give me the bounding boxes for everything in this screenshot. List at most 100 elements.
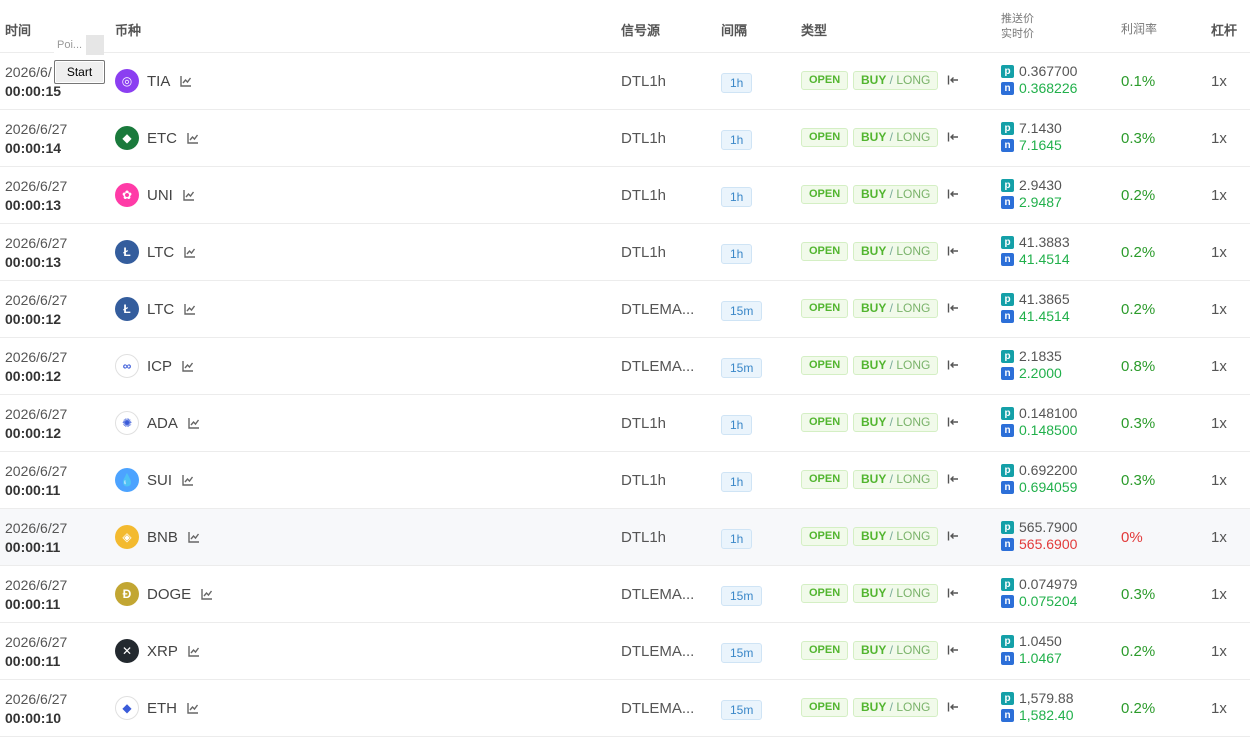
uni-icon: ✿ bbox=[115, 183, 139, 207]
price-cell: p 1.0450 n 1.0467 bbox=[1001, 633, 1062, 667]
date-text: 2026/6/27 bbox=[5, 292, 68, 308]
signal-source: DTLEMA... bbox=[621, 301, 695, 318]
coin-name: SUI bbox=[147, 471, 173, 489]
chart-icon[interactable] bbox=[188, 645, 200, 657]
exit-icon[interactable] bbox=[947, 587, 959, 599]
exit-icon[interactable] bbox=[947, 74, 959, 86]
date-text: 2026/6/27 bbox=[5, 577, 68, 593]
coin-name: ETC bbox=[147, 129, 177, 147]
exit-icon[interactable] bbox=[947, 701, 959, 713]
time-cell: 2026/6/27 00:00:13 bbox=[5, 177, 67, 215]
chart-icon[interactable] bbox=[182, 474, 194, 486]
date-text: 2026/6/27 bbox=[5, 634, 68, 650]
interval-badge: 1h bbox=[721, 73, 753, 93]
time-cell: 2026/6/27 00:00:11 bbox=[5, 519, 67, 557]
chart-icon[interactable] bbox=[187, 132, 199, 144]
time-cell: 2026/6/27 00:00:10 bbox=[5, 690, 67, 728]
time-text: 00:00:13 bbox=[5, 254, 62, 270]
signal-source: DTLEMA... bbox=[621, 358, 695, 375]
date-text: 2026/6/27 bbox=[5, 691, 68, 707]
push-price-tag: p bbox=[1001, 464, 1014, 477]
time-cell: 2026/6/ 00:00:15 bbox=[5, 63, 61, 101]
exit-icon[interactable] bbox=[947, 416, 959, 428]
coin-name: UNI bbox=[147, 186, 173, 204]
push-price-tag: p bbox=[1001, 350, 1014, 363]
chart-icon[interactable] bbox=[180, 75, 192, 87]
long-text: LONG bbox=[896, 415, 931, 429]
time-text: 00:00:13 bbox=[5, 197, 62, 213]
header-real-price: 实时价 bbox=[1001, 28, 1034, 40]
exit-icon[interactable] bbox=[947, 644, 959, 656]
exit-icon[interactable] bbox=[947, 245, 959, 257]
chart-icon[interactable] bbox=[188, 531, 200, 543]
exit-icon[interactable] bbox=[947, 131, 959, 143]
time-cell: 2026/6/27 00:00:12 bbox=[5, 291, 67, 329]
signal-source: DTL1h bbox=[621, 130, 667, 147]
table-row: 2026/6/27 00:00:13 Ł LTC DTL1h 1h OPEN B… bbox=[0, 224, 1250, 281]
overlay-input[interactable]: Poi... bbox=[54, 35, 104, 55]
signal-source: DTL1h bbox=[621, 73, 667, 90]
leverage: 1x bbox=[1211, 358, 1227, 375]
leverage: 1x bbox=[1211, 472, 1227, 489]
time-text: 00:00:11 bbox=[5, 539, 61, 555]
long-text: LONG bbox=[896, 586, 931, 600]
header-type: 类型 bbox=[801, 23, 828, 38]
open-badge: OPEN bbox=[801, 527, 849, 546]
real-price-tag: n bbox=[1001, 538, 1014, 551]
push-price-tag: p bbox=[1001, 179, 1014, 192]
long-text: LONG bbox=[896, 73, 931, 87]
buy-text: BUY bbox=[861, 415, 887, 429]
buy-long-badge: BUY / LONG bbox=[853, 71, 939, 90]
exit-icon[interactable] bbox=[947, 359, 959, 371]
buy-long-badge: BUY / LONG bbox=[853, 641, 939, 660]
exit-icon[interactable] bbox=[947, 530, 959, 542]
time-text: 00:00:14 bbox=[5, 140, 62, 156]
buy-text: BUY bbox=[861, 529, 887, 543]
price-cell: p 0.148100 n 0.148500 bbox=[1001, 405, 1077, 439]
open-badge: OPEN bbox=[801, 128, 849, 147]
chart-icon[interactable] bbox=[184, 303, 196, 315]
profit-rate: 0.3% bbox=[1121, 472, 1156, 489]
coin-cell: Ł LTC bbox=[115, 240, 196, 264]
leverage: 1x bbox=[1211, 187, 1227, 204]
table-row: 2026/6/27 00:00:11 ◈ BNB DTL1h 1h OPEN B… bbox=[0, 509, 1250, 566]
buy-text: BUY bbox=[861, 472, 887, 486]
table-row: 2026/6/27 00:00:14 ◆ ETC DTL1h 1h OPEN B… bbox=[0, 110, 1250, 167]
time-cell: 2026/6/27 00:00:14 bbox=[5, 120, 67, 158]
push-price: 2.9430 bbox=[1019, 177, 1062, 193]
signal-source: DTLEMA... bbox=[621, 700, 695, 717]
buy-text: BUY bbox=[861, 301, 887, 315]
header-leverage: 杠杆 bbox=[1211, 23, 1238, 38]
chart-icon[interactable] bbox=[182, 360, 194, 372]
date-text: 2026/6/27 bbox=[5, 349, 68, 365]
header-time: 时间 bbox=[5, 23, 32, 38]
coin-name: ADA bbox=[147, 414, 178, 432]
open-badge: OPEN bbox=[801, 356, 849, 375]
interval-badge: 15m bbox=[721, 586, 763, 606]
chart-icon[interactable] bbox=[201, 588, 213, 600]
coin-cell: ◎ TIA bbox=[115, 69, 192, 93]
profit-rate: 0.2% bbox=[1121, 700, 1156, 717]
open-badge: OPEN bbox=[801, 698, 849, 717]
coin-cell: ◆ ETC bbox=[115, 126, 199, 150]
leverage: 1x bbox=[1211, 301, 1227, 318]
buy-long-badge: BUY / LONG bbox=[853, 584, 939, 603]
chart-icon[interactable] bbox=[184, 246, 196, 258]
signal-source: DTLEMA... bbox=[621, 586, 695, 603]
chart-icon[interactable] bbox=[187, 702, 199, 714]
start-button[interactable]: Start bbox=[54, 60, 105, 84]
chart-icon[interactable] bbox=[188, 417, 200, 429]
buy-long-badge: BUY / LONG bbox=[853, 527, 939, 546]
chart-icon[interactable] bbox=[183, 189, 195, 201]
coin-name: TIA bbox=[147, 72, 171, 90]
exit-icon[interactable] bbox=[947, 302, 959, 314]
leverage: 1x bbox=[1211, 415, 1227, 432]
price-cell: p 7.1430 n 7.1645 bbox=[1001, 120, 1062, 154]
push-price: 2.1835 bbox=[1019, 348, 1062, 364]
price-cell: p 41.3883 n 41.4514 bbox=[1001, 234, 1070, 268]
open-badge: OPEN bbox=[801, 641, 849, 660]
exit-icon[interactable] bbox=[947, 188, 959, 200]
coin-cell: ∞ ICP bbox=[115, 354, 194, 378]
coin-name: LTC bbox=[147, 243, 175, 261]
exit-icon[interactable] bbox=[947, 473, 959, 485]
